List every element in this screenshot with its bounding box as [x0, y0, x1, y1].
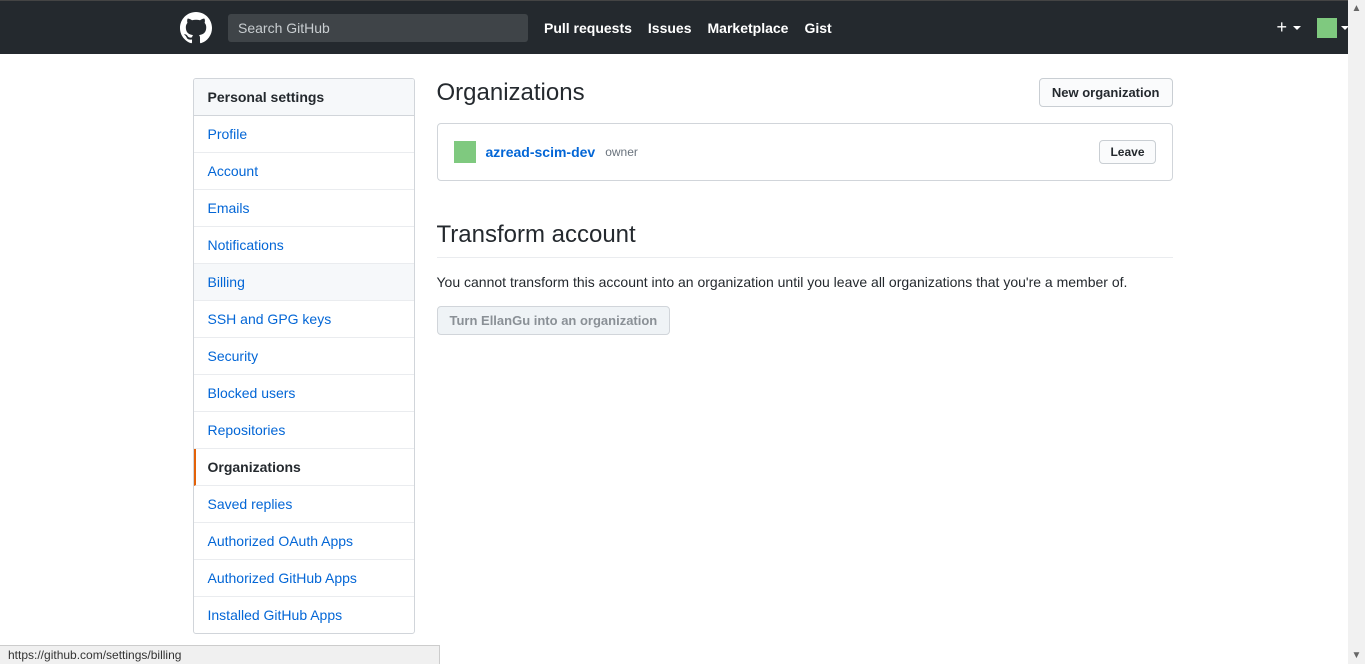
- sidebar-item-installed-apps[interactable]: Installed GitHub Apps: [194, 597, 414, 633]
- avatar-icon: [1317, 18, 1337, 38]
- sidebar-item-organizations: Organizations: [194, 449, 414, 486]
- top-bar: Pull requests Issues Marketplace Gist +: [0, 0, 1365, 54]
- sidebar-item-account[interactable]: Account: [194, 153, 414, 190]
- settings-sidebar: Personal settings Profile Account Emails…: [193, 78, 415, 634]
- organization-row: azread-scim-dev owner Leave: [437, 123, 1173, 181]
- sidebar-item-emails[interactable]: Emails: [194, 190, 414, 227]
- sidebar-item-security[interactable]: Security: [194, 338, 414, 375]
- sidebar-item-repositories[interactable]: Repositories: [194, 412, 414, 449]
- plus-icon: +: [1276, 17, 1287, 38]
- sidebar-item-github-apps[interactable]: Authorized GitHub Apps: [194, 560, 414, 597]
- sidebar-heading: Personal settings: [194, 79, 414, 116]
- new-organization-button[interactable]: New organization: [1039, 78, 1173, 107]
- org-role-label: owner: [605, 145, 638, 159]
- transform-heading: Transform account: [437, 221, 1173, 258]
- user-menu[interactable]: [1317, 18, 1349, 38]
- nav-gist[interactable]: Gist: [804, 20, 831, 36]
- github-logo-icon[interactable]: [180, 12, 212, 44]
- transform-description: You cannot transform this account into a…: [437, 274, 1173, 290]
- scroll-up-button[interactable]: ▲: [1348, 0, 1365, 17]
- org-avatar-icon: [454, 141, 476, 163]
- sidebar-item-oauth-apps[interactable]: Authorized OAuth Apps: [194, 523, 414, 560]
- transform-account-button: Turn EllanGu into an organization: [437, 306, 671, 335]
- scroll-down-button[interactable]: ▼: [1348, 647, 1365, 664]
- nav-issues[interactable]: Issues: [648, 20, 692, 36]
- content-container: Personal settings Profile Account Emails…: [193, 54, 1173, 634]
- search-input[interactable]: [228, 14, 528, 42]
- main-content: Organizations New organization azread-sc…: [437, 78, 1173, 634]
- nav-pull-requests[interactable]: Pull requests: [544, 20, 632, 36]
- leave-org-button[interactable]: Leave: [1099, 140, 1155, 164]
- nav-marketplace[interactable]: Marketplace: [708, 20, 789, 36]
- page-title: Organizations: [437, 79, 585, 107]
- sidebar-item-billing[interactable]: Billing: [194, 264, 414, 301]
- sidebar-item-notifications[interactable]: Notifications: [194, 227, 414, 264]
- scrollbar-track[interactable]: [1348, 17, 1365, 647]
- browser-status-bar: https://github.com/settings/billing: [0, 645, 440, 664]
- sidebar-item-blocked[interactable]: Blocked users: [194, 375, 414, 412]
- create-new-menu[interactable]: +: [1276, 17, 1301, 38]
- sidebar-item-saved-replies[interactable]: Saved replies: [194, 486, 414, 523]
- sidebar-item-profile[interactable]: Profile: [194, 116, 414, 153]
- caret-down-icon: [1293, 26, 1301, 30]
- org-name-link[interactable]: azread-scim-dev: [486, 144, 596, 160]
- nav-links: Pull requests Issues Marketplace Gist: [544, 20, 832, 36]
- sidebar-item-ssh[interactable]: SSH and GPG keys: [194, 301, 414, 338]
